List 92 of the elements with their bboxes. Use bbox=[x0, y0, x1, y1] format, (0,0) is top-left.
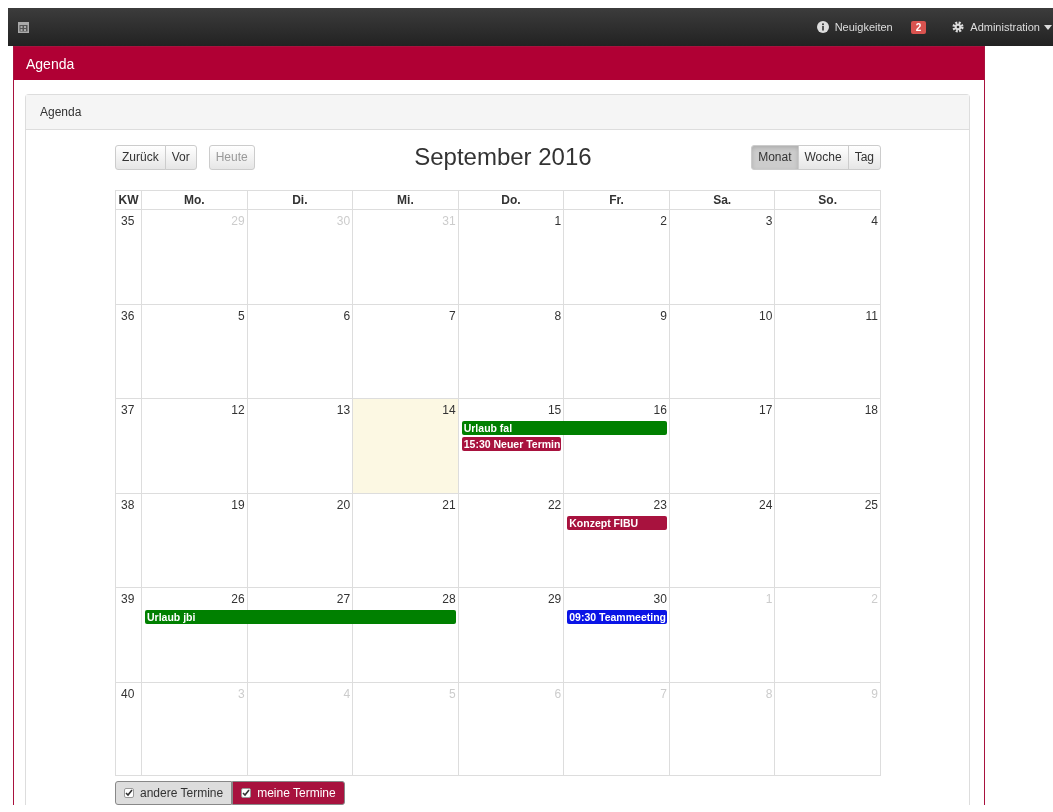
day-number: 24 bbox=[759, 497, 773, 512]
caret-icon bbox=[1044, 24, 1052, 30]
day-number: 30 bbox=[653, 592, 667, 606]
day-number: 10 bbox=[759, 308, 773, 323]
day-cell[interactable]: 2 bbox=[563, 210, 669, 304]
day-number: 2 bbox=[660, 214, 667, 228]
day-number: 6 bbox=[343, 308, 351, 323]
day-cell[interactable]: 3 bbox=[668, 210, 775, 304]
day-number: 28 bbox=[442, 592, 456, 606]
day-cell[interactable]: 4 bbox=[774, 210, 880, 304]
news-link[interactable]: Neuigkeiten bbox=[834, 21, 893, 33]
day-cell[interactable]: 20 bbox=[246, 493, 353, 587]
day-number: 23 bbox=[653, 497, 667, 512]
filter-toggle[interactable]: andere Termine bbox=[115, 781, 233, 805]
nav-button[interactable]: Vor bbox=[164, 144, 197, 170]
day-cell[interactable]: 22 bbox=[457, 493, 564, 587]
day-cell[interactable]: 1 bbox=[457, 210, 564, 304]
day-cell[interactable]: 21 bbox=[352, 493, 458, 587]
month-title: September 2016 bbox=[413, 143, 593, 171]
day-number: 4 bbox=[871, 214, 878, 228]
filter-toggle[interactable]: meine Termine bbox=[232, 781, 345, 805]
day-number: 7 bbox=[449, 308, 456, 323]
day-number: 9 bbox=[660, 308, 667, 323]
day-number: 1 bbox=[554, 214, 562, 228]
day-number: 12 bbox=[231, 403, 245, 417]
weekday-header: Do. bbox=[457, 191, 564, 209]
week-number: 39 bbox=[121, 592, 135, 606]
day-cell[interactable]: 17 bbox=[668, 399, 775, 493]
day-number: 29 bbox=[547, 592, 562, 606]
day-number: 17 bbox=[759, 403, 773, 417]
view-button[interactable]: Woche bbox=[797, 144, 849, 170]
week-header: KW bbox=[117, 192, 140, 209]
day-cell[interactable]: 9 bbox=[563, 304, 669, 398]
calendar-icon[interactable] bbox=[18, 21, 29, 33]
day-cell[interactable]: 14 bbox=[352, 399, 458, 493]
day-cell[interactable]: 5 bbox=[141, 304, 247, 398]
day-number: 16 bbox=[653, 403, 667, 417]
calendar-event[interactable]: 15:30 Neuer Termin bbox=[461, 437, 562, 451]
calendar-event[interactable]: 09:30 Teammeeting bbox=[567, 610, 667, 624]
weekday-header: Mo. bbox=[141, 191, 247, 209]
gear-icon bbox=[952, 21, 965, 33]
week-number: 37 bbox=[121, 403, 135, 417]
weekday-header: Di. bbox=[246, 191, 353, 209]
day-cell[interactable]: 10 bbox=[668, 304, 775, 398]
day-number: 19 bbox=[231, 497, 245, 512]
day-number: 18 bbox=[864, 403, 878, 417]
day-number: 22 bbox=[547, 497, 562, 512]
news-count: 2 bbox=[910, 20, 927, 34]
day-number: 15 bbox=[547, 403, 562, 417]
day-number: 13 bbox=[336, 403, 351, 417]
calendar-event[interactable]: Urlaub jbi bbox=[145, 610, 456, 624]
day-number: 26 bbox=[231, 592, 245, 606]
week-number: 38 bbox=[121, 497, 135, 512]
day-cell[interactable]: 11 bbox=[774, 304, 880, 398]
day-cell[interactable]: 12 bbox=[141, 399, 247, 493]
day-number: 11 bbox=[865, 308, 878, 323]
view-button[interactable]: Tag bbox=[847, 144, 881, 170]
info-icon bbox=[816, 21, 829, 33]
panel-heading: Agenda bbox=[26, 95, 969, 130]
day-cell[interactable]: 19 bbox=[141, 493, 247, 587]
weekday-header: Sa. bbox=[668, 191, 775, 209]
day-cell[interactable]: 8 bbox=[457, 304, 564, 398]
calendar-event[interactable]: Urlaub fal bbox=[461, 421, 667, 435]
filter-label: andere Termine bbox=[140, 786, 224, 800]
day-cell[interactable]: 7 bbox=[352, 304, 458, 398]
checkbox[interactable] bbox=[241, 788, 252, 798]
day-number: 21 bbox=[442, 497, 456, 512]
week-number: 40 bbox=[121, 686, 135, 701]
day-number: 27 bbox=[336, 592, 351, 606]
filter-label: meine Termine bbox=[257, 786, 336, 800]
day-number: 5 bbox=[237, 308, 245, 323]
day-number: 20 bbox=[336, 497, 351, 512]
day-cell[interactable]: 18 bbox=[774, 399, 880, 493]
week-number: 36 bbox=[121, 308, 135, 323]
day-number: 8 bbox=[554, 308, 562, 323]
admin-menu[interactable]: Administration bbox=[970, 21, 1052, 33]
calendar-event[interactable]: Konzept FIBU bbox=[567, 515, 667, 530]
day-number: 14 bbox=[442, 403, 456, 417]
day-cell[interactable]: 6 bbox=[246, 304, 353, 398]
checkbox[interactable] bbox=[124, 788, 134, 798]
day-number: 25 bbox=[864, 497, 878, 512]
view-button[interactable]: Monat bbox=[751, 144, 799, 170]
weekday-header: Mi. bbox=[352, 191, 458, 209]
panel-title: Agenda bbox=[14, 47, 984, 80]
day-cell[interactable]: 24 bbox=[668, 493, 775, 587]
day-number: 3 bbox=[765, 214, 773, 228]
weekday-header: So. bbox=[774, 191, 880, 209]
day-cell[interactable]: 25 bbox=[774, 493, 880, 587]
week-number: 35 bbox=[121, 214, 135, 228]
weekday-header: Fr. bbox=[563, 191, 669, 209]
day-cell[interactable]: 29 bbox=[457, 588, 564, 682]
nav-button[interactable]: Zurück bbox=[115, 144, 166, 170]
